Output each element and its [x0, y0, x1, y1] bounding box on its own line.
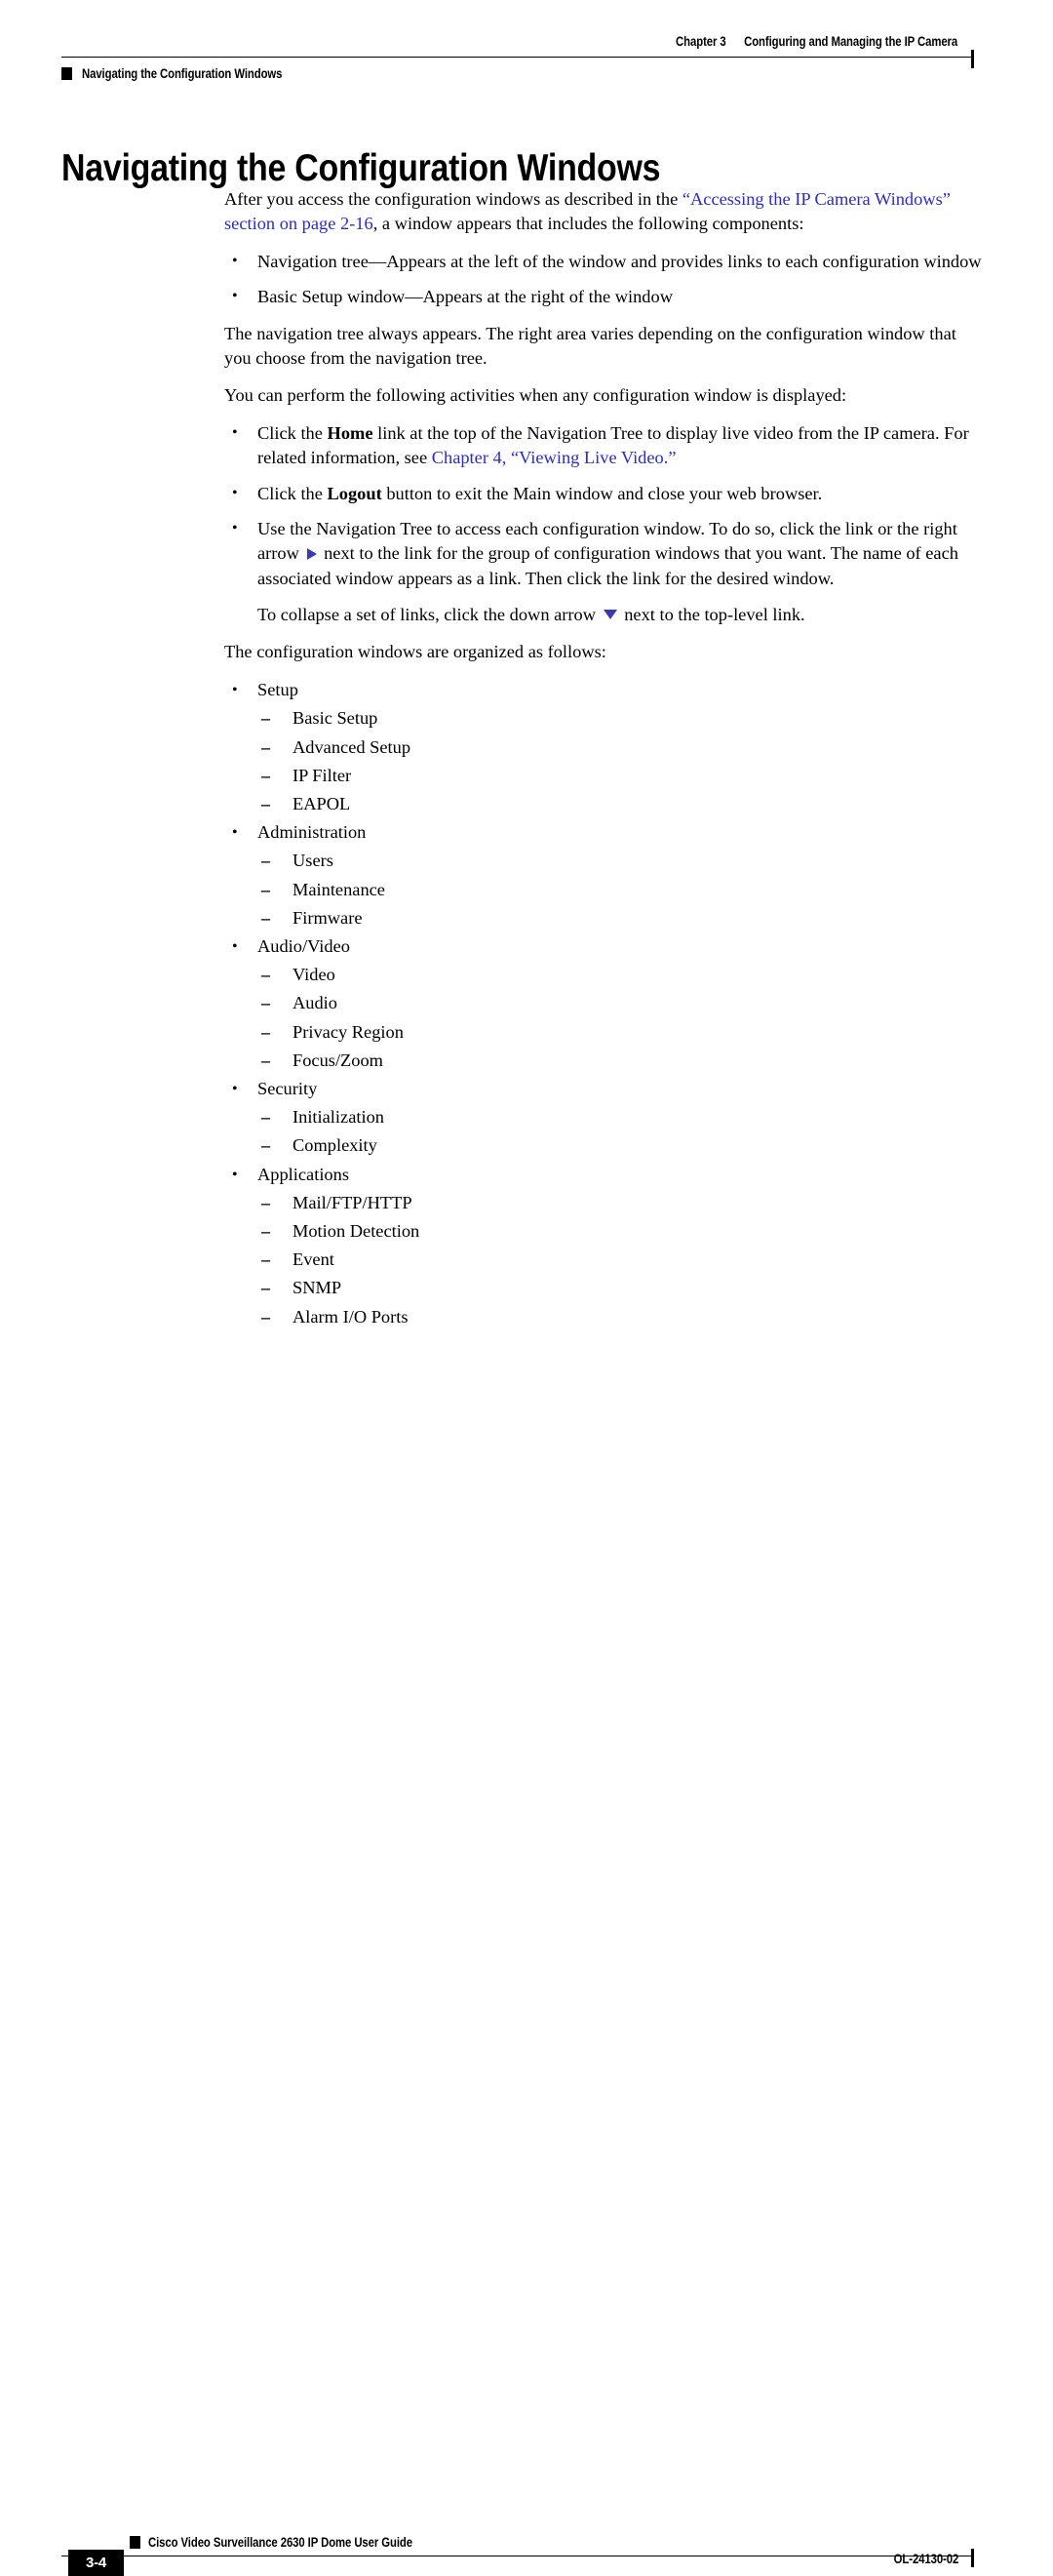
header-chapter-title: Configuring and Managing the IP Camera: [743, 34, 957, 49]
components-list: Navigation tree—Appears at the left of t…: [224, 249, 985, 310]
tree-item-basic-setup: Basic Setup: [257, 704, 985, 733]
tree-group-setup: Setup Basic Setup Advanced Setup IP Filt…: [224, 676, 985, 818]
component-navigation-tree: Navigation tree—Appears at the left of t…: [257, 251, 982, 271]
tree-item-mail-ftp-http: Mail/FTP/HTTP: [257, 1189, 985, 1217]
tree-group-administration: Administration Users Maintenance Firmwar…: [224, 818, 985, 932]
tree-item-motion-detection: Motion Detection: [257, 1217, 985, 1246]
tree-item-label: Privacy Region: [292, 1021, 404, 1042]
intro-text-after-link: , a window appears that includes the fol…: [372, 214, 804, 234]
tree-group-label: Audio/Video: [257, 935, 350, 956]
header-chapter-number: Chapter 3: [675, 34, 726, 49]
list-item: Click the Home link at the top of the Na…: [224, 420, 985, 471]
tree-item-label: Focus/Zoom: [292, 1050, 383, 1070]
tree-item-label: Video: [292, 965, 335, 985]
tree-item-label: Users: [292, 851, 333, 871]
collapse-instruction-part2: next to the top-level link.: [619, 605, 805, 625]
tree-item-ip-filter: IP Filter: [257, 762, 985, 790]
navigation-tree-paragraph: The navigation tree always appears. The …: [224, 323, 956, 369]
tree-item-privacy-region: Privacy Region: [257, 1018, 985, 1047]
footer-guide-title: Cisco Video Surveillance 2630 IP Dome Us…: [148, 2535, 412, 2550]
page-number: 3-4: [68, 2550, 124, 2576]
configuration-windows-tree: Setup Basic Setup Advanced Setup IP Filt…: [224, 676, 985, 1331]
tree-group-security: Security Initialization Complexity: [224, 1075, 985, 1161]
tree-item-maintenance: Maintenance: [257, 876, 985, 904]
intro-paragraph: After you access the configuration windo…: [224, 187, 985, 237]
tree-group-label: Applications: [257, 1164, 349, 1184]
tree-group-label: Administration: [257, 822, 367, 843]
tree-item-focus-zoom: Focus/Zoom: [257, 1047, 985, 1075]
tree-children-audio-video: Video Audio Privacy Region Focus/Zoom: [257, 961, 985, 1075]
tree-item-advanced-setup: Advanced Setup: [257, 733, 985, 762]
tree-item-audio: Audio: [257, 989, 985, 1017]
tree-item-label: Audio: [292, 993, 337, 1013]
tree-children-security: Initialization Complexity: [257, 1103, 985, 1161]
footer-document-id: OL-24130-02: [893, 2552, 958, 2566]
list-item: Use the Navigation Tree to access each c…: [224, 516, 985, 628]
collapse-instruction: To collapse a set of links, click the do…: [257, 603, 985, 627]
collapse-instruction-part1: To collapse a set of links, click the do…: [257, 605, 601, 625]
tree-item-label: Firmware: [292, 907, 363, 928]
tree-item-label: Advanced Setup: [292, 736, 411, 757]
tree-item-label: Initialization: [292, 1107, 384, 1128]
tree-children-administration: Users Maintenance Firmware: [257, 847, 985, 932]
running-header: Chapter 3 Configuring and Managing the IP…: [0, 29, 1053, 81]
home-link-label: Home: [327, 422, 373, 443]
logout-instruction-pre: Click the: [257, 483, 328, 503]
list-item: Click the Logout button to exit the Main…: [224, 481, 985, 506]
tree-group-label: Security: [257, 1078, 318, 1098]
logout-button-label: Logout: [327, 483, 382, 503]
organized-intro-paragraph: The configuration windows are organized …: [224, 641, 606, 661]
component-basic-setup-window: Basic Setup window—Appears at the right …: [257, 287, 673, 307]
header-end-tick: [971, 50, 974, 68]
tree-item-label: Basic Setup: [292, 708, 378, 729]
activities-list: Click the Home link at the top of the Na…: [224, 420, 985, 628]
tree-item-initialization: Initialization: [257, 1103, 985, 1131]
viewing-live-video-link[interactable]: Chapter 4, “Viewing Live Video.”: [432, 448, 677, 467]
tree-item-eapol: EAPOL: [257, 790, 985, 818]
tree-group-label: Setup: [257, 680, 298, 700]
tree-item-label: Complexity: [292, 1135, 377, 1156]
right-arrow-icon: [306, 548, 317, 561]
logout-instruction-post: button to exit the Main window and close…: [381, 483, 823, 503]
tree-item-label: Mail/FTP/HTTP: [292, 1192, 412, 1212]
header-rule: [61, 57, 972, 58]
square-bullet-icon: [130, 2536, 140, 2549]
activities-intro-paragraph: You can perform the following activities…: [224, 385, 847, 406]
tree-item-label: Motion Detection: [292, 1220, 420, 1241]
list-item: Navigation tree—Appears at the left of t…: [224, 249, 985, 274]
intro-text-before-link: After you access the configuration windo…: [224, 189, 682, 209]
tree-item-video: Video: [257, 961, 985, 989]
tree-item-label: IP Filter: [292, 765, 352, 785]
footer-end-tick: [971, 2549, 974, 2567]
list-item: Basic Setup window—Appears at the right …: [224, 284, 985, 309]
tree-item-complexity: Complexity: [257, 1131, 985, 1160]
square-bullet-icon: [61, 67, 72, 80]
tree-item-label: EAPOL: [292, 793, 351, 813]
down-arrow-icon: [603, 610, 617, 620]
tree-children-setup: Basic Setup Advanced Setup IP Filter EAP…: [257, 704, 985, 818]
tree-item-firmware: Firmware: [257, 904, 985, 932]
header-section-title: Navigating the Configuration Windows: [82, 66, 283, 81]
home-instruction-pre: Click the: [257, 422, 328, 443]
navtree-instruction-part2: next to the link for the group of config…: [257, 543, 958, 588]
tree-item-label: Maintenance: [292, 879, 385, 899]
tree-group-audio-video: Audio/Video Video Audio Privacy Region F…: [224, 932, 985, 1075]
document-page: Chapter 3 Configuring and Managing the IP…: [0, 0, 1053, 2576]
page-title: Navigating the Configuration Windows: [61, 147, 661, 190]
document-body: After you access the configuration windo…: [224, 187, 985, 1331]
running-footer: Cisco Video Surveillance 2630 IP Dome Us…: [0, 1255, 1053, 2576]
tree-item-users: Users: [257, 847, 985, 875]
header-chapter-info: Chapter 3 Configuring and Managing the IP…: [676, 34, 957, 49]
header-section-info: Navigating the Configuration Windows: [61, 66, 321, 81]
